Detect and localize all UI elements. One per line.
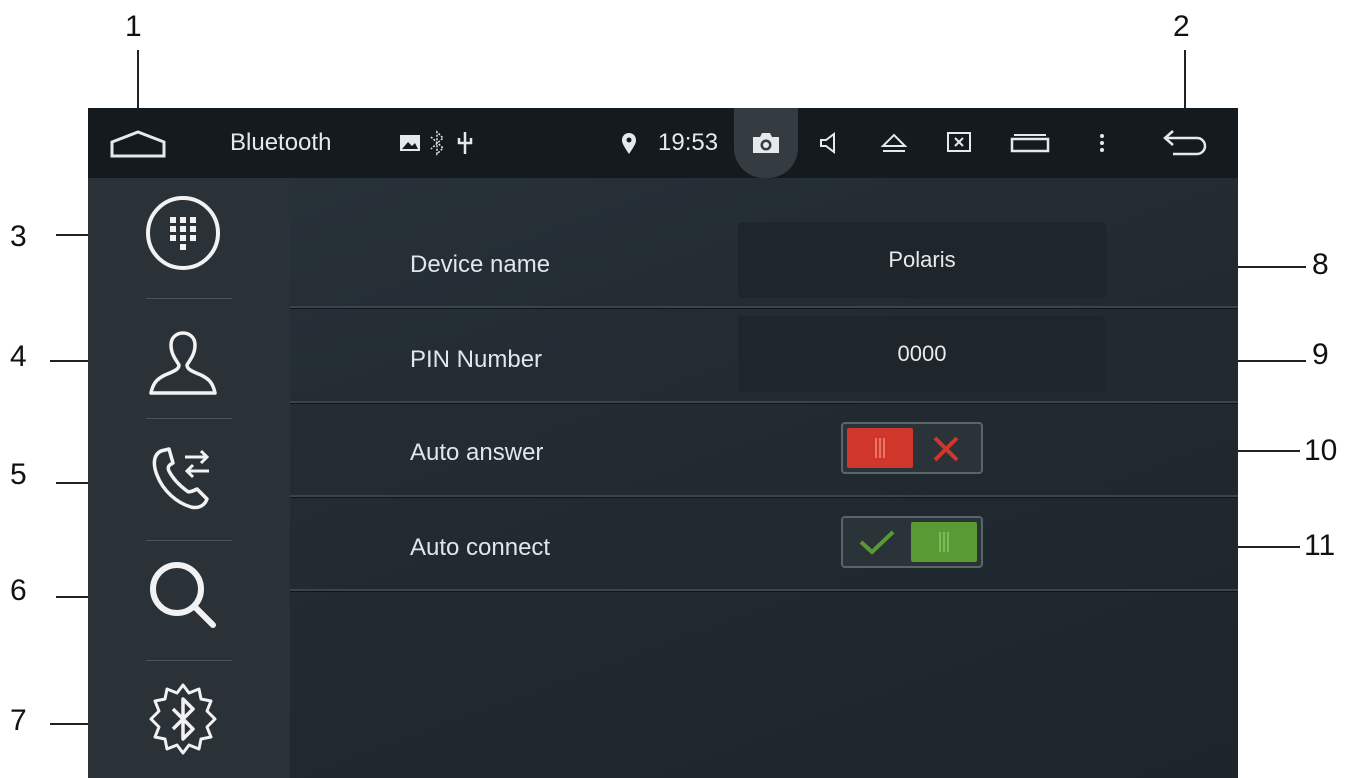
callout-8: 8 xyxy=(1312,248,1329,281)
sidebar-divider xyxy=(146,540,232,541)
sidebar-divider xyxy=(146,418,232,419)
callout-3: 3 xyxy=(10,220,27,253)
callout-11: 11 xyxy=(1304,529,1336,562)
dialpad-icon xyxy=(143,193,223,278)
callout-4: 4 xyxy=(10,340,27,373)
callout-6: 6 xyxy=(10,574,27,607)
image-icon xyxy=(398,126,422,160)
sidebar-item-bluetooth-settings[interactable] xyxy=(138,676,228,766)
pin-number-label: PIN Number xyxy=(410,346,543,373)
toggle-knob-on xyxy=(911,522,977,562)
sidebar-item-search[interactable] xyxy=(138,552,228,642)
device-name-field[interactable]: Polaris xyxy=(738,222,1106,298)
callout-9: 9 xyxy=(1312,338,1329,371)
callout-1: 1 xyxy=(125,10,142,43)
eject-icon[interactable] xyxy=(878,126,910,160)
pin-number-field[interactable]: 0000 xyxy=(738,316,1106,392)
head-unit-screen: Bluetooth 19:53 Device name Polaris PIN … xyxy=(88,108,1238,778)
callout-2: 2 xyxy=(1173,10,1190,43)
clock: 19:53 xyxy=(658,129,719,156)
more-icon[interactable] xyxy=(1092,126,1112,160)
status-bar: Bluetooth 19:53 xyxy=(88,108,1238,178)
callout-10: 10 xyxy=(1304,434,1338,467)
sidebar xyxy=(88,178,290,778)
toggle-knob-off xyxy=(847,428,913,468)
statusbar-title: Bluetooth xyxy=(230,129,332,156)
sidebar-divider xyxy=(146,298,232,299)
sidebar-divider xyxy=(146,660,232,661)
callout-5: 5 xyxy=(10,458,27,491)
camera-icon[interactable] xyxy=(734,108,798,178)
volume-icon[interactable] xyxy=(814,126,844,160)
row-divider xyxy=(290,495,1238,497)
contacts-icon xyxy=(143,317,223,402)
sidebar-item-dialpad[interactable] xyxy=(138,190,228,280)
recent-apps-icon[interactable] xyxy=(1010,126,1050,160)
sidebar-item-contacts[interactable] xyxy=(138,314,228,404)
location-icon xyxy=(618,126,640,160)
auto-connect-label: Auto connect xyxy=(410,534,551,561)
device-name-label: Device name xyxy=(410,251,551,278)
bluetooth-icon xyxy=(426,126,448,160)
usb-icon xyxy=(454,126,476,160)
auto-answer-label: Auto answer xyxy=(410,439,544,466)
row-divider xyxy=(290,401,1238,403)
auto-answer-toggle[interactable] xyxy=(841,422,983,474)
screen-off-icon[interactable] xyxy=(944,126,974,160)
callout-7: 7 xyxy=(10,704,27,737)
row-divider xyxy=(290,589,1238,591)
bluetooth-settings-icon xyxy=(143,679,223,764)
off-x-icon xyxy=(931,434,961,469)
auto-connect-toggle[interactable] xyxy=(841,516,983,568)
call-log-icon xyxy=(143,435,223,520)
row-divider xyxy=(290,306,1238,308)
sidebar-item-call-log[interactable] xyxy=(138,432,228,522)
search-icon xyxy=(143,555,223,640)
back-icon[interactable] xyxy=(1158,126,1212,160)
home-icon[interactable] xyxy=(108,126,168,160)
on-check-icon xyxy=(857,526,897,563)
